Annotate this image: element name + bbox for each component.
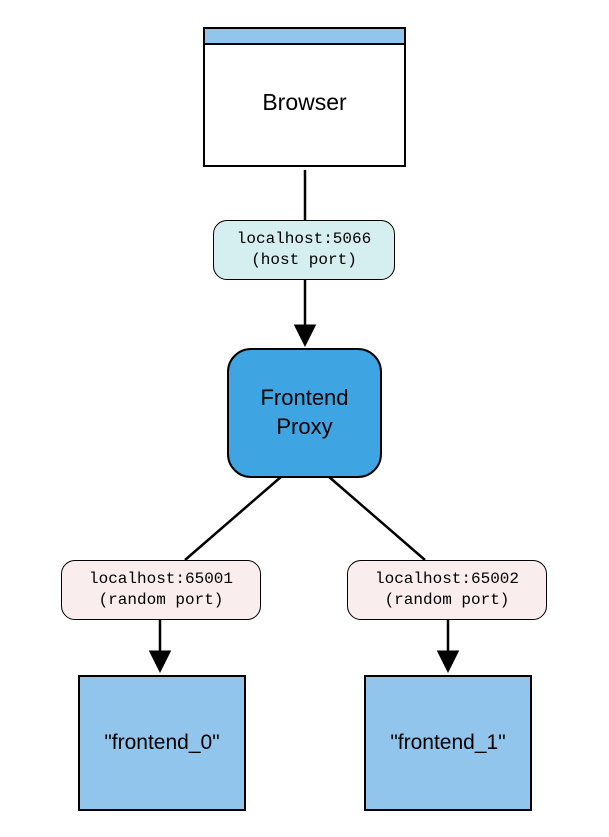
host-port-label: localhost:5066 (host port) [213,220,395,280]
random-port-right-address: localhost:65002 [366,569,528,590]
browser-node: Browser [203,27,406,167]
frontend-1-node: "frontend_1" [364,675,532,811]
host-port-note: (host port) [232,250,376,271]
frontend-proxy-node: Frontend Proxy [227,348,382,478]
proxy-label-line1: Frontend [260,384,348,413]
browser-label: Browser [262,89,346,116]
frontend-0-label: "frontend_0" [104,731,219,755]
random-port-right-label: localhost:65002 (random port) [347,560,547,620]
host-port-address: localhost:5066 [232,229,376,250]
random-port-right-note: (random port) [366,590,528,611]
frontend-0-node: "frontend_0" [78,675,246,811]
proxy-label-line2: Proxy [276,413,332,442]
random-port-left-note: (random port) [80,590,242,611]
architecture-diagram: Browser localhost:5066 (host port) Front… [0,0,609,837]
random-port-left-address: localhost:65001 [80,569,242,590]
random-port-left-label: localhost:65001 (random port) [61,560,261,620]
frontend-1-label: "frontend_1" [390,731,505,755]
browser-title-bar [205,29,404,45]
